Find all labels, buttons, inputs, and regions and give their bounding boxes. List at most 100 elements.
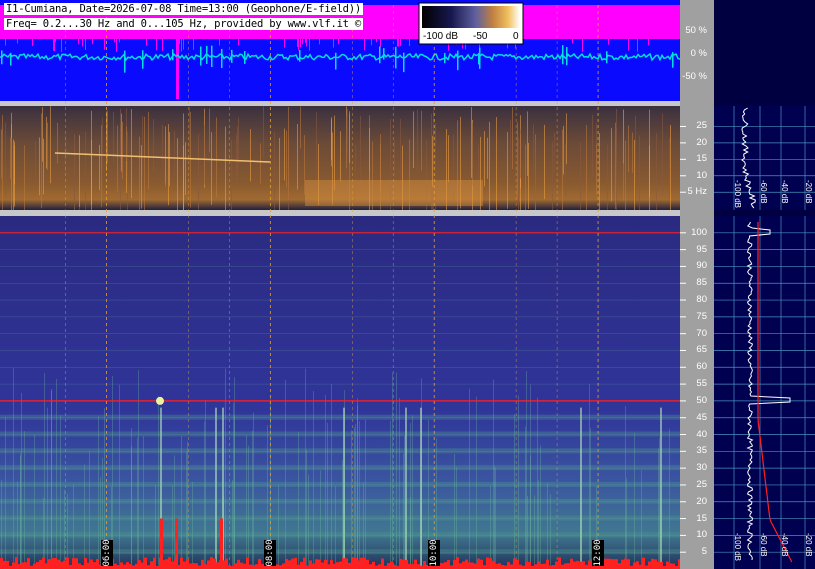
low-spectrum-streak [85, 131, 86, 210]
magenta-spike [78, 39, 79, 45]
noise-floor-segment [543, 563, 546, 569]
low-spectrum-streak [535, 140, 536, 210]
low-spectrum-streak [300, 106, 301, 149]
high-spectrum-streak [476, 396, 477, 569]
noise-floor-segment [303, 557, 306, 569]
noise-floor-segment [495, 563, 498, 569]
noise-floor-segment [117, 565, 120, 569]
magenta-spike [5, 39, 6, 46]
time-label: 10:00 [428, 539, 441, 567]
magenta-spike [364, 39, 365, 51]
noise-floor-segment [528, 561, 531, 569]
noise-floor-segment [93, 562, 96, 569]
high-spectrum-streak [158, 396, 159, 569]
noise-floor-segment [411, 564, 414, 569]
low-spectrum-streak [238, 117, 239, 166]
magenta-spike [300, 39, 301, 48]
low-spectrum-streak [127, 131, 128, 210]
noise-floor-segment [465, 559, 468, 569]
high-y-tick-label: 25 [696, 478, 707, 490]
high-spectrum-streak [246, 435, 247, 569]
low-spectrum-streak [148, 111, 149, 190]
magenta-spike [298, 39, 299, 51]
low-spectrum-streak [211, 132, 212, 205]
noise-floor-segment [354, 557, 357, 569]
high-y-tick-label: 45 [696, 411, 707, 423]
high-spectrum-streak [456, 467, 457, 569]
noise-floor-segment [474, 563, 477, 569]
noise-floor-segment [582, 561, 585, 569]
noise-floor-segment [537, 561, 540, 569]
harmonic-band [0, 431, 680, 437]
noise-floor-segment [87, 562, 90, 569]
side-low-db-label: -60 dB [759, 180, 768, 204]
noise-floor-segment [399, 558, 402, 569]
noise-floor-segment [453, 559, 456, 569]
high-spectrum-streak [399, 397, 400, 569]
low-spectrum-streak [599, 133, 600, 210]
cyan-spike [606, 51, 608, 64]
magenta-spike [181, 39, 182, 52]
low-spectrum-streak [616, 127, 617, 210]
high-spectrum-streak [44, 372, 45, 569]
high-spectrum-streak [392, 372, 393, 569]
noise-floor-segment [234, 563, 237, 569]
low-spectrum-streak [528, 142, 529, 209]
magenta-spike [179, 39, 180, 45]
low-spectrum-streak [10, 137, 11, 180]
side-low-db-label: -40 dB [780, 180, 789, 204]
low-spectrum-streak [141, 145, 142, 209]
high-spectrum-streak [64, 489, 65, 569]
magenta-spike [156, 39, 157, 51]
low-spectrum-streak [649, 145, 650, 210]
low-spectrum-streak [625, 140, 626, 210]
noise-floor-segment [585, 564, 588, 569]
low-spectrum-streak [11, 137, 12, 210]
noise-floor-segment [363, 557, 366, 569]
noise-floor-segment [669, 563, 672, 569]
side-low-db-label: -20 dB [804, 180, 813, 204]
high-spectrum-streak [342, 460, 343, 569]
noise-floor-segment [81, 565, 84, 569]
colorbar-label-max: 0 [513, 31, 519, 42]
noise-floor-segment [510, 564, 513, 569]
noise-floor-segment [327, 564, 330, 569]
magenta-spike [183, 39, 184, 50]
high-spectrum-streak [363, 482, 364, 569]
high-y-tick-label: 85 [696, 277, 707, 289]
header-title: I1-Cumiana, Date=2026-07-08 Time=13:00 (… [4, 3, 364, 15]
high-spectrum-streak [232, 480, 233, 569]
magenta-spike [397, 39, 398, 47]
magenta-spike [371, 39, 372, 46]
low-spectrum-streak [24, 145, 25, 210]
cyan-spike [457, 50, 459, 71]
noise-floor-segment [546, 559, 549, 569]
cyan-spike [200, 46, 202, 66]
high-spectrum-streak [306, 449, 307, 569]
noise-floor-segment [672, 563, 675, 569]
time-label: 06:00 [100, 539, 113, 567]
noise-floor-spike [175, 518, 178, 569]
low-spectrum-streak [496, 117, 497, 210]
magenta-spike [409, 39, 410, 47]
high-spectrum-streak [589, 384, 590, 569]
noise-floor-segment [405, 560, 408, 569]
low-spectrum-streak [592, 114, 593, 178]
cyan-spike [444, 52, 446, 64]
noise-floor-segment [501, 564, 504, 569]
noise-floor-segment [27, 557, 30, 569]
side-high-db-label: -20 dB [804, 533, 813, 557]
high-spectrum-streak [335, 486, 336, 569]
high-spectrum-streak [234, 415, 235, 569]
high-spectrum-streak [84, 464, 85, 569]
low-spectrum-streak [102, 117, 103, 171]
high-spectrum-streak [204, 421, 205, 569]
low-spectrum-streak [421, 110, 422, 171]
noise-floor-segment [381, 558, 384, 569]
cyan-spike [231, 49, 233, 63]
high-spectrum-streak [73, 484, 74, 569]
high-spectrum-streak [351, 430, 352, 569]
cyan-spike [672, 52, 674, 68]
noise-floor-segment [588, 560, 591, 569]
low-spectrum-streak [260, 143, 261, 184]
